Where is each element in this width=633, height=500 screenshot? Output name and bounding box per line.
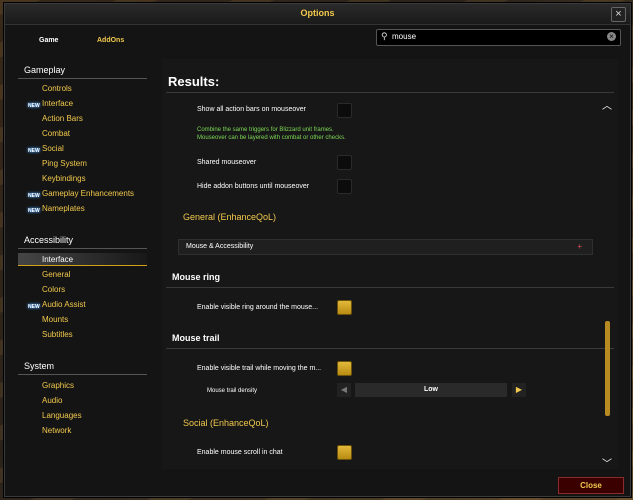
mouseover-layered-description: Mouseover can be layered with combat or … [197,135,346,141]
sidebar-item-accessibility-mounts[interactable]: Mounts [18,313,147,326]
sidebar-item-label: Graphics [42,381,75,390]
chat-scroll-checkbox[interactable] [337,445,352,460]
sidebar-item-gameplay-enhancements[interactable]: NEW Gameplay Enhancements [18,187,147,200]
density-next-arrow-icon[interactable]: ▶ [512,383,526,397]
combine-triggers-description: Combine the same triggers for Blizzard u… [197,127,334,133]
sidebar-item-accessibility-general[interactable]: General [18,268,147,281]
results-panel: Results: ︿ Show all action bars on mouse… [162,59,618,470]
header-mouse-ring: Mouse ring [172,272,221,282]
sidebar-item-system-audio[interactable]: Audio [18,394,147,407]
search-input[interactable] [392,31,592,42]
option-trail-label: Enable visible trail while moving the m.… [197,365,322,372]
option-hide-addon-label: Hide addon buttons until mouseover [197,183,310,190]
category-accessibility[interactable]: Accessibility [18,233,147,249]
mouse-accessibility-header[interactable]: Mouse & Accessibility + [178,239,593,255]
density-prev-arrow-icon[interactable]: ◀ [337,383,351,397]
option-shared-label: Shared mouseover [197,159,257,166]
sidebar-item-label: Combat [42,129,71,138]
options-window: Options × Game AddOns ⚲ × Gameplay Contr… [4,3,631,497]
sidebar-item-controls[interactable]: Controls [18,82,147,95]
sidebar-item-label: Audio [42,396,63,405]
category-gameplay[interactable]: Gameplay [18,63,147,79]
mouse-trail-checkbox[interactable] [337,361,352,376]
option-scroll-label: Enable mouse scroll in chat [197,449,283,456]
new-badge: NEW [28,208,40,214]
sidebar-item-accessibility-subtitles[interactable]: Subtitles [18,328,147,341]
show-action-bars-checkbox[interactable] [337,103,352,118]
sidebar-item-label: Social [42,144,64,153]
sidebar-item-ping-system[interactable]: Ping System [18,157,147,170]
expand-icon[interactable]: + [577,242,582,251]
sidebar-item-label: General [42,270,71,279]
search-box[interactable]: ⚲ × [376,29,621,46]
sidebar-item-label: Keybindings [42,174,86,183]
option-show-action-bars-label: Show all action bars on mouseover [197,106,306,113]
sidebar-item-label: Mounts [42,315,69,324]
search-icon: ⚲ [381,31,388,41]
sidebar-item-nameplates[interactable]: NEW Nameplates [18,202,147,215]
sidebar-item-social[interactable]: NEW Social [18,142,147,155]
option-ring-label: Enable visible ring around the mouse... [197,304,319,311]
sidebar-item-label: Interface [42,255,74,264]
sidebar-item-system-languages[interactable]: Languages [18,409,147,422]
window-title: Options [300,8,335,18]
results-title: Results: [168,74,220,89]
sidebar-item-system-graphics[interactable]: Graphics [18,379,147,392]
divider [166,92,614,93]
section-general: General (EnhanceQoL) [183,212,277,222]
scrollbar-thumb[interactable] [605,321,610,416]
sidebar-item-label: Languages [42,411,82,420]
scroll-up-icon[interactable]: ︿ [602,97,612,112]
divider [166,287,614,288]
sidebar-item-label: Subtitles [42,330,73,339]
section-social: Social (EnhanceQoL) [183,418,269,428]
scroll-down-icon[interactable]: ﹀ [602,455,612,470]
header-mouse-trail: Mouse trail [172,333,220,343]
mouse-ring-checkbox[interactable] [337,300,352,315]
close-button[interactable]: Close [558,477,624,494]
sidebar-item-keybindings[interactable]: Keybindings [18,172,147,185]
sidebar-item-label: Interface [42,99,74,108]
density-dropdown[interactable]: Low [355,383,507,397]
title-bar[interactable]: Options × [5,4,630,25]
sidebar-item-label: Network [42,426,72,435]
sidebar-item-label: Ping System [42,159,87,168]
tab-addons[interactable]: AddOns [97,37,124,44]
sidebar-item-accessibility-audio-assist[interactable]: NEW Audio Assist [18,298,147,311]
tab-game[interactable]: Game [39,37,58,44]
trail-density-label: Mouse trail density [207,388,258,394]
category-system[interactable]: System [18,359,147,375]
close-icon[interactable]: × [611,7,626,22]
sidebar-item-action-bars[interactable]: Action Bars [18,112,147,125]
sidebar-item-interface[interactable]: NEW Interface [18,97,147,110]
sidebar-item-label: Controls [42,84,72,93]
sidebar-item-label: Gameplay Enhancements [42,189,135,198]
sidebar: Gameplay Controls NEW Interface Action Bars… [14,59,151,469]
divider [166,348,614,349]
sidebar-item-combat[interactable]: Combat [18,127,147,140]
mouse-accessibility-label: Mouse & Accessibility [186,243,254,250]
clear-search-icon[interactable]: × [607,32,616,41]
sidebar-item-accessibility-interface[interactable]: Interface [18,253,147,266]
sidebar-item-system-network[interactable]: Network [18,424,147,437]
sidebar-item-label: Audio Assist [42,300,86,309]
shared-mouseover-checkbox[interactable] [337,155,352,170]
sidebar-item-label: Action Bars [42,114,83,123]
sidebar-item-label: Colors [42,285,66,294]
hide-addon-checkbox[interactable] [337,179,352,194]
sidebar-item-accessibility-colors[interactable]: Colors [18,283,147,296]
sidebar-item-label: Nameplates [42,204,85,213]
